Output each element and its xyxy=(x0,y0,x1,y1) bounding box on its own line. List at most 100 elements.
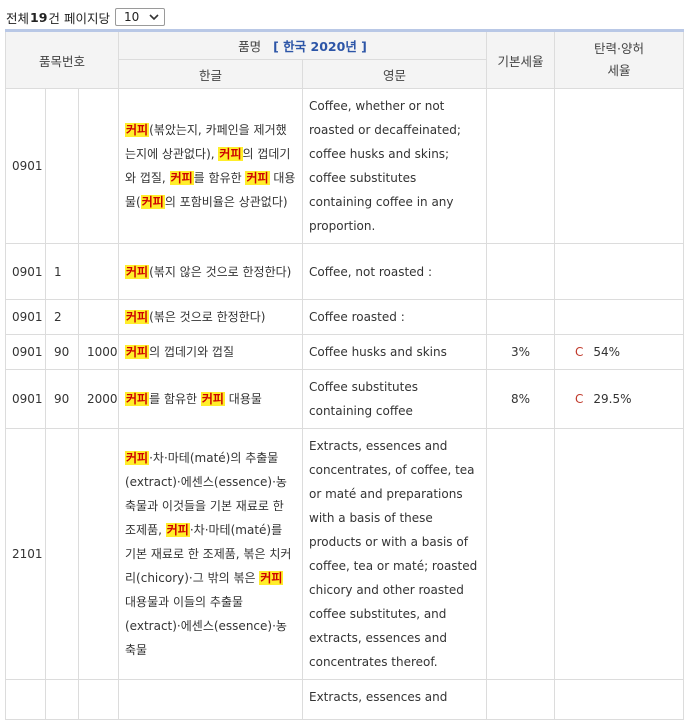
english-name: Coffee, whether or not roasted or decaff… xyxy=(302,88,487,244)
hs-sub2 xyxy=(78,428,119,680)
hs-sub1 xyxy=(45,428,79,680)
korean-name-text: (볶지 않은 것으로 한정한다) xyxy=(149,264,292,279)
korean-name: 커피(볶지 않은 것으로 한정한다) xyxy=(118,243,303,300)
english-name: Coffee substitutes containing coffee xyxy=(302,369,487,429)
keyword-highlight: 커피 xyxy=(125,310,150,324)
keyword-highlight: 커피 xyxy=(169,171,194,185)
hs-code: 0901 xyxy=(5,243,46,300)
korean-name-text: (볶은 것으로 한정한다) xyxy=(149,310,266,324)
english-name: Coffee roasted : xyxy=(302,299,487,335)
hs-sub2 xyxy=(78,299,119,335)
keyword-highlight: 커피 xyxy=(259,571,284,585)
korean-name: 커피의 껍데기와 껍질 xyxy=(118,334,303,370)
per-page-select[interactable]: 10 xyxy=(114,8,165,26)
hs-sub2 xyxy=(78,679,119,720)
korean-name: 커피·차·마테(maté)의 추출물(extract)·에센스(essence)… xyxy=(118,428,303,680)
base-rate xyxy=(486,679,555,720)
header-name: 품명 [ 한국 2020년 ] xyxy=(118,29,487,60)
hs-code: 2101 xyxy=(5,428,46,680)
hs-sub1: 90 xyxy=(45,334,79,370)
korean-name-text: 의 껍데기와 껍질 xyxy=(149,345,235,359)
korean-name: 커피(볶은 것으로 한정한다) xyxy=(118,299,303,335)
hs-code: 0901 xyxy=(5,88,46,244)
rate-type-mark: C xyxy=(575,345,584,359)
base-rate: 3% xyxy=(486,334,555,370)
elastic-rate xyxy=(554,243,684,300)
header-base-rate: 기본세율 xyxy=(486,29,555,89)
base-rate xyxy=(486,88,555,244)
tariff-table: 품목번호 품명 [ 한국 2020년 ] 기본세율 탄력·양허 세율 한글 영문… xyxy=(5,29,684,720)
hs-sub2 xyxy=(78,243,119,300)
total-suffix: 건 xyxy=(48,10,60,26)
elastic-rate xyxy=(554,679,684,720)
korean-name-text: 대용물과 이들의 추출물(extract)·에센스(essence)·농축물 xyxy=(125,595,287,657)
hs-sub1 xyxy=(45,88,79,244)
table-row: 0901 2 커피(볶은 것으로 한정한다) Coffee roasted : xyxy=(5,299,684,335)
table-row: 0901 1 커피(볶지 않은 것으로 한정한다) Coffee, not roast… xyxy=(5,243,684,300)
header-korean: 한글 xyxy=(118,59,303,89)
hs-code: 0901 xyxy=(5,299,46,335)
header-country-year: [ 한국 2020년 ] xyxy=(273,39,367,54)
keyword-highlight: 커피 xyxy=(125,264,150,279)
per-page-label: 페이지당 xyxy=(63,10,110,26)
elastic-rate xyxy=(554,428,684,680)
keyword-highlight: 커피 xyxy=(125,123,150,137)
elastic-rate-value: 54% xyxy=(593,345,621,359)
keyword-highlight: 커피 xyxy=(165,523,190,537)
table-row: Extracts, essences and xyxy=(5,679,684,720)
hs-code xyxy=(5,679,46,720)
keyword-highlight: 커피 xyxy=(245,171,270,185)
hs-sub2: 1000 xyxy=(78,334,119,370)
chevron-down-icon xyxy=(149,14,159,21)
header-elastic-rate: 탄력·양허 세율 xyxy=(554,29,684,89)
english-name: Extracts, essences and concentrates, of … xyxy=(302,428,487,680)
table-row: 0901 90 2000 커피를 함유한 커피 대용물 Coffee substitut… xyxy=(5,369,684,429)
keyword-highlight: 커피 xyxy=(200,392,225,406)
keyword-highlight: 커피 xyxy=(140,195,165,209)
keyword-highlight: 커피 xyxy=(218,147,243,161)
base-rate: 8% xyxy=(486,369,555,429)
korean-name: 커피(볶았는지, 카페인을 제거했는지에 상관없다), 커피의 껍데기와 껍질,… xyxy=(118,88,303,244)
hs-sub2: 2000 xyxy=(78,369,119,429)
elastic-rate: C 29.5% xyxy=(554,369,684,429)
table-row: 0901 커피(볶았는지, 카페인을 제거했는지에 상관없다), 커피의 껍데기와… xyxy=(5,88,684,244)
header-elastic-rate-line2: 세율 xyxy=(607,63,631,78)
keyword-highlight: 커피 xyxy=(125,451,150,465)
base-rate xyxy=(486,243,555,300)
hs-sub1: 2 xyxy=(45,299,79,335)
korean-name xyxy=(118,679,303,720)
elastic-rate xyxy=(554,299,684,335)
english-name: Extracts, essences and xyxy=(302,679,487,720)
korean-name: 커피를 함유한 커피 대용물 xyxy=(118,369,303,429)
elastic-rate: C 54% xyxy=(554,334,684,370)
hs-sub1: 1 xyxy=(45,243,79,300)
table-row: 2101 커피·차·마테(maté)의 추출물(extract)·에센스(esse… xyxy=(5,428,684,680)
english-name: Coffee husks and skins xyxy=(302,334,487,370)
keyword-highlight: 커피 xyxy=(125,392,150,406)
korean-name-text: 를 함유한 xyxy=(193,171,246,185)
base-rate xyxy=(486,428,555,680)
hs-sub1: 90 xyxy=(45,369,79,429)
header-english: 영문 xyxy=(302,59,487,89)
rate-type-mark: C xyxy=(575,392,584,406)
total-count: 19 xyxy=(30,9,48,25)
hs-sub2 xyxy=(78,88,119,244)
english-name: Coffee, not roasted : xyxy=(302,243,487,300)
hs-code: 0901 xyxy=(5,334,46,370)
result-summary: 전체 19 건 페이지당 10 xyxy=(6,7,165,27)
korean-name-text: 의 포함비율은 상관없다) xyxy=(164,195,288,209)
elastic-rate-value: 29.5% xyxy=(593,392,632,406)
hs-code: 0901 xyxy=(5,369,46,429)
korean-name-text: 를 함유한 xyxy=(149,392,201,406)
base-rate xyxy=(486,299,555,335)
keyword-highlight: 커피 xyxy=(125,345,150,359)
header-elastic-rate-line1: 탄력·양허 xyxy=(594,41,644,56)
total-prefix: 전체 xyxy=(6,10,30,26)
header-name-label: 품명 xyxy=(238,39,262,54)
per-page-value: 10 xyxy=(123,10,140,24)
header-code: 품목번호 xyxy=(5,29,119,89)
table-row: 0901 90 1000 커피의 껍데기와 껍질 Coffee husks and sk… xyxy=(5,334,684,370)
korean-name-text: 대용물 xyxy=(224,392,262,406)
hs-sub1 xyxy=(45,679,79,720)
elastic-rate xyxy=(554,88,684,244)
